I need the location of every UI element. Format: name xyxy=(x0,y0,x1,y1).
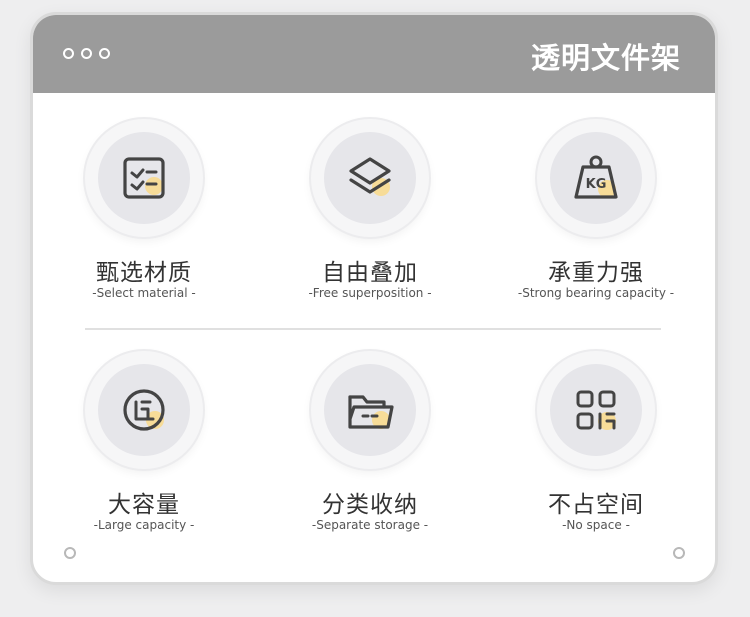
icon-badge xyxy=(311,119,429,237)
stacked-layers-icon xyxy=(349,157,391,196)
icon-badge xyxy=(311,351,429,469)
svg-text:KG: KG xyxy=(586,177,607,192)
row-divider xyxy=(85,328,661,330)
title-bar: 透明文件架 xyxy=(33,15,715,93)
feature-title: 自由叠加 xyxy=(322,260,418,286)
feature-title: 承重力强 xyxy=(548,260,644,286)
feature-select-material: 甄选材质 -Select material - xyxy=(34,119,254,309)
feature-subtitle: -Free superposition - xyxy=(308,286,432,300)
grid-squares-icon xyxy=(576,390,616,430)
window: 透明文件架 甄选材质 -Select material - 自由叠加 -Free… xyxy=(30,12,718,585)
capacity-circle-icon xyxy=(123,389,165,431)
kg-weight-icon: KG xyxy=(574,155,618,199)
window-dot-3[interactable] xyxy=(99,48,110,59)
window-controls xyxy=(63,48,110,59)
feature-separate-storage: 分类收纳 -Separate storage - xyxy=(260,351,480,541)
feature-subtitle: -Separate storage - xyxy=(311,518,429,532)
feature-title: 不占空间 xyxy=(548,492,644,518)
feature-free-superposition: 自由叠加 -Free superposition - xyxy=(260,119,480,309)
feature-subtitle: -No space - xyxy=(562,518,630,532)
window-dot-2[interactable] xyxy=(81,48,92,59)
corner-dot-right xyxy=(673,547,685,559)
feature-title: 分类收纳 xyxy=(322,492,418,518)
feature-subtitle: -Select material - xyxy=(92,286,196,300)
corner-dot-left xyxy=(64,547,76,559)
icon-badge xyxy=(85,351,203,469)
icon-badge: KG xyxy=(537,119,655,237)
feature-subtitle: -Large capacity - xyxy=(93,518,195,532)
feature-title: 大容量 xyxy=(108,492,180,518)
checklist-box-icon xyxy=(123,157,165,199)
feature-title: 甄选材质 xyxy=(96,260,192,286)
window-dot-1[interactable] xyxy=(63,48,74,59)
icon-badge xyxy=(85,119,203,237)
feature-subtitle: -Strong bearing capacity - xyxy=(517,286,675,300)
folder-icon xyxy=(348,395,394,429)
feature-no-space: 不占空间 -No space - xyxy=(486,351,706,541)
feature-strong-bearing: KG 承重力强 -Strong bearing capacity - xyxy=(486,119,706,309)
window-title: 透明文件架 xyxy=(530,41,681,75)
page: 透明文件架 甄选材质 -Select material - 自由叠加 -Free… xyxy=(0,0,750,617)
icon-badge xyxy=(537,351,655,469)
feature-large-capacity: 大容量 -Large capacity - xyxy=(34,351,254,541)
